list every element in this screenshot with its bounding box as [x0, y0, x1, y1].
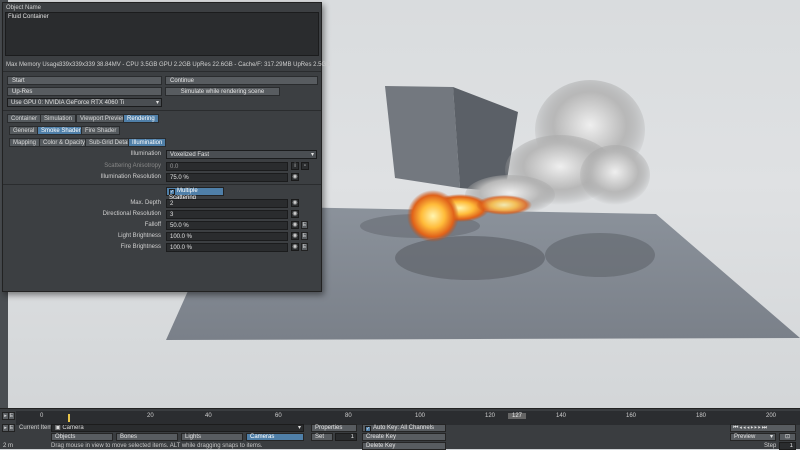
- step-label: Step: [764, 443, 777, 449]
- start-button[interactable]: Start: [7, 76, 162, 85]
- eye-icon[interactable]: ◉: [291, 199, 299, 207]
- tick-label: 80: [345, 413, 352, 419]
- tick-label: 160: [626, 413, 637, 419]
- max-depth-label: Max. Depth: [130, 200, 161, 206]
- keyframe-marker[interactable]: [68, 414, 70, 422]
- tick-label: 40: [205, 413, 212, 419]
- envelope-e-button[interactable]: E: [301, 232, 308, 240]
- tick-label: 200: [766, 413, 777, 419]
- tab-illumination[interactable]: Illumination: [128, 138, 167, 147]
- eye-icon[interactable]: ◉: [291, 232, 299, 240]
- cameras-button[interactable]: Cameras: [246, 433, 304, 441]
- memory-value: 339x339x339 38.84MV - CPU 3.5GB GPU 2.2G…: [59, 62, 331, 68]
- illum-res-field[interactable]: 75.0 %: [166, 173, 288, 182]
- last-frame-icon[interactable]: ⏭: [762, 425, 768, 431]
- grid-size-label: 2 m: [3, 443, 14, 449]
- tick-label: 140: [556, 413, 567, 419]
- upres-button[interactable]: Up-Res: [7, 87, 162, 96]
- timeline-panel: ▸ E 0 20 40 60 80 100 120 127 140 160 18…: [0, 408, 800, 450]
- object-name-list[interactable]: Fluid Container: [5, 12, 319, 56]
- create-key-button[interactable]: Create Key: [362, 433, 446, 441]
- tick-label: 100: [415, 413, 426, 419]
- memory-label: Max Memory Usage: [6, 62, 60, 68]
- tab-rendering[interactable]: Rendering: [123, 114, 159, 123]
- tick-label: 20: [147, 413, 154, 419]
- scattering-label: Scattering Anisotropy: [104, 163, 161, 169]
- tab-fire-shader[interactable]: Fire Shader: [81, 126, 121, 135]
- next-key-icon[interactable]: ▸▸: [754, 425, 761, 431]
- envelope-icon[interactable]: ▫: [301, 162, 309, 170]
- current-item-value: Camera: [62, 425, 84, 431]
- chevron-down-icon: ▾: [297, 425, 301, 431]
- eye-icon[interactable]: ◉: [291, 243, 299, 251]
- tab-smoke-shader[interactable]: Smoke Shader: [37, 126, 85, 135]
- dir-res-field[interactable]: 3: [166, 210, 288, 219]
- status-message: Drag mouse in view to move selected item…: [51, 443, 263, 449]
- tick-label: 60: [275, 413, 282, 419]
- tab-mapping[interactable]: Mapping: [9, 138, 41, 147]
- eye-icon[interactable]: ◉: [291, 173, 299, 181]
- preview-label: Preview: [734, 434, 756, 440]
- fluid-properties-panel: Object Name Fluid Container Max Memory U…: [2, 2, 330, 292]
- tick-label: 120: [485, 413, 496, 419]
- falloff-field[interactable]: 50.0 %: [166, 221, 288, 230]
- max-depth-field[interactable]: 2: [166, 199, 288, 208]
- tab-simulation[interactable]: Simulation: [40, 114, 77, 123]
- checkmark-icon: ✓: [365, 426, 371, 432]
- simulate-rendering-button[interactable]: Simulate while rendering scene: [165, 87, 280, 96]
- preview-select[interactable]: Preview ▾: [730, 433, 776, 441]
- light-brightness-label: Light Brightness: [117, 233, 161, 239]
- bones-button[interactable]: Bones: [116, 433, 178, 441]
- info-icon[interactable]: i: [291, 162, 299, 170]
- chevron-down-icon: ▾: [155, 100, 159, 106]
- envelope-e-button[interactable]: E: [301, 221, 308, 229]
- tab-color-opacity[interactable]: Color & Opacity: [39, 138, 90, 147]
- light-brightness-field[interactable]: 100.0 %: [166, 232, 288, 241]
- current-item-label: Current Item: [19, 425, 53, 431]
- current-frame-indicator[interactable]: 127: [508, 413, 527, 419]
- multiple-scattering-checkbox[interactable]: ✓ Multiple Scattering: [166, 187, 224, 201]
- chevron-down-icon: ▾: [310, 152, 314, 158]
- properties-button[interactable]: Properties: [311, 424, 357, 432]
- prev-key-icon[interactable]: ◂◂: [739, 425, 746, 431]
- gpu-select[interactable]: Use GPU 0: NVIDIA GeForce RTX 4060 Ti ▾: [7, 98, 162, 107]
- playback-controls[interactable]: ⏮◂◂◂▸▸▸⏭: [730, 424, 796, 432]
- scattering-field[interactable]: 0.0: [166, 162, 288, 171]
- fire-brightness-field[interactable]: 100.0 %: [166, 243, 288, 252]
- lights-button[interactable]: Lights: [181, 433, 243, 441]
- timeline-e-button[interactable]: E: [8, 424, 15, 432]
- tab-sub-grid-detail[interactable]: Sub-Grid Detail: [85, 138, 135, 147]
- chevron-down-icon: ▾: [769, 434, 773, 440]
- tick-label: 0: [40, 413, 44, 419]
- fire-brightness-label: Fire Brightness: [120, 244, 161, 250]
- auto-key-button[interactable]: ✓ Auto Key: All Channels: [362, 424, 446, 432]
- envelope-e-button[interactable]: E: [301, 243, 308, 251]
- timeline-e-button[interactable]: E: [8, 412, 15, 420]
- tab-container[interactable]: Container: [7, 114, 42, 123]
- illumination-select[interactable]: Voxelized Fast ▾: [166, 150, 317, 159]
- eye-icon[interactable]: ◉: [291, 221, 299, 229]
- auto-key-label: Auto Key: All Channels: [373, 425, 435, 431]
- objects-button[interactable]: Objects: [51, 433, 113, 441]
- illumination-label: Illumination: [130, 151, 161, 157]
- set-button[interactable]: Set: [311, 433, 333, 441]
- timeline-ruler[interactable]: 0 20 40 60 80 100 120 127 140 160 180 20…: [16, 411, 800, 425]
- current-item-select[interactable]: ▣ Camera ▾: [51, 424, 304, 432]
- gpu-select-value: Use GPU 0: NVIDIA GeForce RTX 4060 Ti: [11, 100, 125, 106]
- set-field[interactable]: 1: [335, 433, 357, 441]
- falloff-label: Falloff: [144, 222, 161, 228]
- eye-icon[interactable]: ◉: [291, 210, 299, 218]
- tick-label: 180: [696, 413, 707, 419]
- object-name-label: Object Name: [6, 5, 42, 11]
- tab-general[interactable]: General: [9, 126, 39, 135]
- illum-res-label: Illumination Resolution: [100, 174, 161, 180]
- continue-button[interactable]: Continue: [165, 76, 318, 85]
- record-icon[interactable]: ⊡: [779, 433, 796, 441]
- object-name-item[interactable]: Fluid Container: [8, 14, 49, 20]
- dir-res-label: Directional Resolution: [102, 211, 161, 217]
- illumination-select-value: Voxelized Fast: [170, 152, 210, 158]
